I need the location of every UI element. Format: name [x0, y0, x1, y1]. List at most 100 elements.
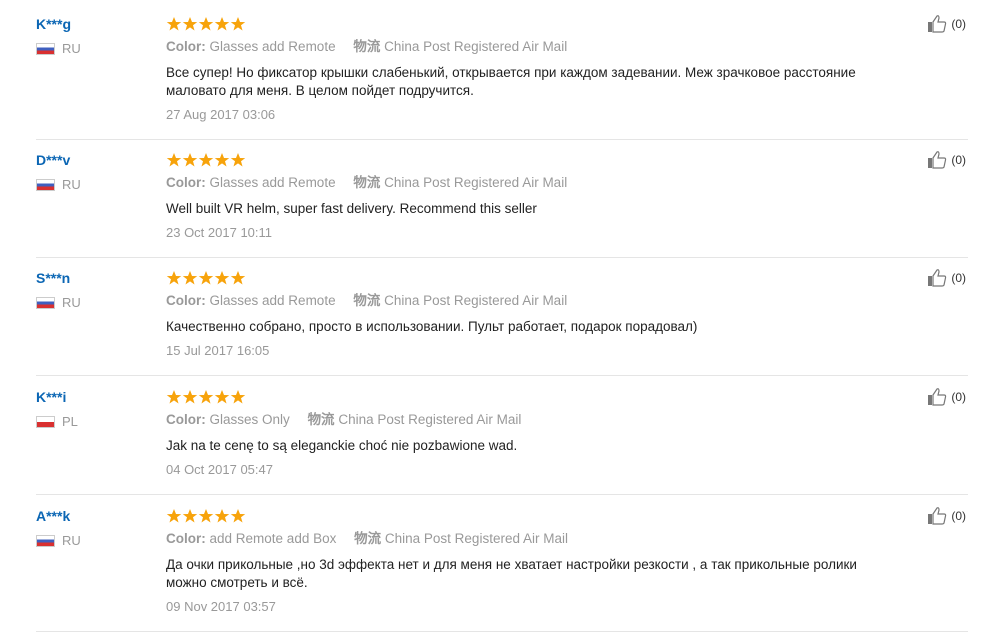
- star-icon: [198, 16, 214, 32]
- shipping-value: China Post Registered Air Mail: [384, 39, 568, 54]
- color-label: Color:: [166, 412, 206, 427]
- star-icon: [230, 16, 246, 32]
- helpful-button[interactable]: (0): [927, 268, 966, 288]
- star-icon: [166, 16, 182, 32]
- reviewer-info: K***i PL: [36, 387, 161, 429]
- color-value: Glasses add Remote: [209, 39, 336, 54]
- helpful-button[interactable]: (0): [927, 14, 966, 34]
- helpful-count: (0): [951, 153, 966, 167]
- reviewer-country: RU: [36, 295, 161, 310]
- color-label: Color:: [166, 293, 206, 308]
- star-icon: [182, 16, 198, 32]
- star-rating: [166, 389, 886, 405]
- star-icon: [214, 508, 230, 524]
- star-icon: [198, 152, 214, 168]
- reviewer-name: A***k: [36, 508, 71, 524]
- review-text: Well built VR helm, super fast delivery.…: [166, 201, 537, 216]
- reviewer-info: S***n RU: [36, 268, 161, 310]
- star-icon: [230, 508, 246, 524]
- thumbs-up-icon[interactable]: [927, 150, 947, 170]
- thumbs-up-icon[interactable]: [927, 268, 947, 288]
- review-content: Color: Glasses add Remote 物流 China Post …: [166, 14, 886, 124]
- star-icon: [182, 389, 198, 405]
- review-date: 15 Jul 2017 16:05: [166, 343, 270, 358]
- star-rating: [166, 270, 886, 286]
- review-meta: Color: add Remote add Box 物流 China Post …: [166, 530, 886, 548]
- review-item: S***n RU Color: Glasses add Remote 物流 Ch…: [36, 268, 968, 376]
- review-item: K***g RU Color: Glasses add Remote 物流 Ch…: [36, 14, 968, 140]
- star-icon: [214, 389, 230, 405]
- star-rating: [166, 508, 886, 524]
- review-content: Color: Glasses Only 物流 China Post Regist…: [166, 387, 886, 479]
- color-label: Color:: [166, 39, 206, 54]
- review-list: K***g RU Color: Glasses add Remote 物流 Ch…: [0, 0, 1000, 634]
- reviewer-name: K***g: [36, 16, 72, 32]
- star-icon: [214, 16, 230, 32]
- color-value: Glasses Only: [209, 412, 290, 427]
- star-rating: [166, 152, 886, 168]
- star-icon: [166, 508, 182, 524]
- helpful-button[interactable]: (0): [927, 150, 966, 170]
- shipping-label: 物流: [353, 39, 381, 54]
- reviewer-info: A***k RU: [36, 506, 161, 548]
- review-text: Качественно собрано, просто в использова…: [166, 319, 698, 334]
- reviewer-name: K***i: [36, 389, 67, 405]
- flag-ru-icon: [36, 178, 55, 191]
- helpful-count: (0): [951, 271, 966, 285]
- flag-ru-icon: [36, 296, 55, 309]
- star-icon: [198, 389, 214, 405]
- star-rating: [166, 16, 886, 32]
- star-icon: [182, 270, 198, 286]
- review-content: Color: add Remote add Box 物流 China Post …: [166, 506, 886, 616]
- helpful-count: (0): [951, 509, 966, 523]
- color-label: Color:: [166, 175, 206, 190]
- helpful-count: (0): [951, 17, 966, 31]
- reviewer-country: RU: [36, 177, 161, 192]
- review-date: 23 Oct 2017 10:11: [166, 225, 273, 240]
- review-meta: Color: Glasses add Remote 物流 China Post …: [166, 292, 886, 310]
- review-meta: Color: Glasses add Remote 物流 China Post …: [166, 174, 886, 192]
- thumbs-up-icon[interactable]: [927, 14, 947, 34]
- star-icon: [166, 270, 182, 286]
- color-label: Color:: [166, 531, 206, 546]
- flag-ru-icon: [36, 534, 55, 547]
- country-code: RU: [62, 295, 81, 310]
- star-icon: [198, 508, 214, 524]
- reviewer-name: D***v: [36, 152, 71, 168]
- helpful-button[interactable]: (0): [927, 387, 966, 407]
- thumbs-up-icon[interactable]: [927, 387, 947, 407]
- thumbs-up-icon[interactable]: [927, 506, 947, 526]
- shipping-value: China Post Registered Air Mail: [384, 531, 568, 546]
- star-icon: [214, 270, 230, 286]
- star-icon: [230, 152, 246, 168]
- review-date: 27 Aug 2017 03:06: [166, 107, 276, 122]
- reviewer-name: S***n: [36, 270, 71, 286]
- review-content: Color: Glasses add Remote 物流 China Post …: [166, 150, 886, 242]
- review-date: 09 Nov 2017 03:57: [166, 599, 276, 614]
- country-code: RU: [62, 177, 81, 192]
- flag-ru-icon: [36, 42, 55, 55]
- shipping-label: 物流: [353, 175, 381, 190]
- reviewer-info: K***g RU: [36, 14, 161, 56]
- country-code: RU: [62, 533, 81, 548]
- star-icon: [230, 270, 246, 286]
- shipping-label: 物流: [307, 412, 335, 427]
- helpful-count: (0): [951, 390, 966, 404]
- star-icon: [182, 508, 198, 524]
- reviewer-country: RU: [36, 41, 161, 56]
- review-content: Color: Glasses add Remote 物流 China Post …: [166, 268, 886, 360]
- star-icon: [230, 389, 246, 405]
- helpful-button[interactable]: (0): [927, 506, 966, 526]
- review-date: 04 Oct 2017 05:47: [166, 462, 273, 477]
- review-meta: Color: Glasses Only 物流 China Post Regist…: [166, 411, 886, 429]
- review-item: K***i PL Color: Glasses Only 物流 China Po…: [36, 387, 968, 495]
- review-text: Jak na te cenę to są eleganckie choć nie…: [166, 438, 518, 453]
- review-text: Все супер! Но фиксатор крышки слабенький…: [166, 65, 856, 98]
- color-value: add Remote add Box: [209, 531, 337, 546]
- country-code: RU: [62, 41, 81, 56]
- shipping-value: China Post Registered Air Mail: [384, 175, 568, 190]
- shipping-value: China Post Registered Air Mail: [338, 412, 522, 427]
- reviewer-country: RU: [36, 533, 161, 548]
- shipping-value: China Post Registered Air Mail: [384, 293, 568, 308]
- star-icon: [166, 389, 182, 405]
